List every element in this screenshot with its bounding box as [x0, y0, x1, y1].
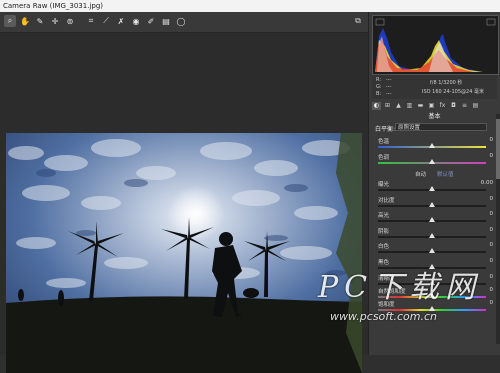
tool-bar: ⧉ ⌕ ✋ ✎ ✛ ⊚ ⌗ ⟋ ✗ ◉ ✐ ▤ ◯ [0, 12, 368, 33]
photo-image [6, 133, 362, 373]
presets-panel-icon[interactable]: ≡ [460, 102, 469, 110]
slider-value[interactable]: 0 [490, 258, 494, 264]
slider-thumb[interactable] [429, 293, 435, 298]
white-balance-row: 白平衡: 原照设置 [375, 123, 495, 133]
g-value: --- [386, 84, 392, 90]
panel-scrollbar[interactable] [496, 114, 500, 344]
slider-thumb[interactable] [429, 232, 435, 238]
histogram-graph [375, 18, 496, 72]
lens-corrections-panel-icon[interactable]: ▣ [427, 102, 436, 110]
b-label: B: [376, 91, 382, 97]
crop-tool-icon[interactable]: ⌗ [85, 15, 97, 27]
white-balance-tool-icon[interactable]: ✎ [34, 15, 46, 27]
slider-label: 色温 [378, 139, 390, 145]
adjustment-brush-icon[interactable]: ✐ [145, 15, 157, 27]
slider-label: 饱和度 [378, 302, 395, 308]
slider-value[interactable]: 0 [490, 196, 494, 202]
slider-label: 白色 [378, 244, 390, 250]
open-preferences-icon[interactable]: ⧉ [352, 15, 364, 27]
slider-value[interactable]: 0 [490, 287, 494, 293]
camera-calibration-panel-icon[interactable]: ◘ [449, 102, 458, 110]
slider-thumb[interactable] [429, 186, 435, 191]
white-balance-select[interactable]: 原照设置 [395, 123, 487, 131]
slider-tone-4: 白色 0 [375, 242, 495, 258]
slider-tone-1: 对比度 0 [375, 196, 495, 212]
radial-filter-icon[interactable]: ◯ [175, 15, 187, 27]
red-eye-tool-icon[interactable]: ◉ [130, 15, 142, 27]
slider-value[interactable]: 0 [490, 137, 494, 143]
hand-tool-icon[interactable]: ✋ [19, 15, 31, 27]
photo-preview [6, 133, 362, 373]
slider-wb-1: 色调 0 [375, 153, 495, 169]
b-value: --- [386, 91, 392, 97]
histogram [372, 15, 499, 75]
slider-label: 阴影 [378, 228, 390, 235]
slider-value[interactable]: 0 [490, 274, 494, 280]
slider-label: 黑色 [378, 259, 390, 266]
r-label: R: [376, 77, 382, 83]
slider-label: 自然饱和度 [378, 289, 406, 295]
window-title: Camera Raw (IMG_3031.jpg) [3, 2, 104, 10]
slider-label: 曝光 [378, 182, 390, 188]
snapshots-panel-icon[interactable]: ▤ [471, 102, 480, 110]
default-link[interactable]: 默认值 [437, 170, 454, 178]
slider-thumb[interactable] [429, 306, 435, 311]
slider-tone-2: 高光 0 [375, 211, 495, 227]
slider-value[interactable]: 0 [490, 300, 494, 306]
exposure-info: f/8 1/3200 秒 [430, 80, 463, 86]
slider-thumb[interactable] [429, 159, 435, 164]
slider-value[interactable]: 0.00 [481, 180, 493, 186]
slider-tone-0: 曝光 0.00 [375, 180, 495, 196]
auto-default-row: 自动 默认值 [369, 170, 500, 178]
basic-panel-icon[interactable]: ◐ [372, 101, 381, 110]
highlight-clipping-warning-icon[interactable] [486, 18, 496, 26]
slider-label: 清晰度 [378, 276, 395, 282]
slider-label: 高光 [378, 213, 390, 219]
right-panel: R: --- G: --- B: --- f/8 1/3200 秒 ISO 16… [368, 12, 500, 355]
slider-label: 对比度 [378, 197, 395, 204]
color-sampler-tool-icon[interactable]: ✛ [49, 15, 61, 27]
slider-thumb[interactable] [429, 217, 435, 222]
slider-wb-0: 色温 0 [375, 137, 495, 153]
slider-thumb[interactable] [429, 263, 435, 269]
split-toning-panel-icon[interactable]: ▬ [416, 102, 425, 110]
tone-curve-panel-icon[interactable]: ⊞ [383, 102, 392, 110]
slider-value[interactable]: 0 [490, 153, 494, 159]
zoom-tool-icon[interactable]: ⌕ [4, 15, 16, 27]
slider-thumb[interactable] [429, 201, 435, 207]
preview-canvas [0, 33, 368, 373]
r-value: --- [386, 77, 392, 83]
graduated-filter-icon[interactable]: ▤ [160, 15, 172, 27]
straighten-tool-icon[interactable]: ⟋ [100, 15, 112, 27]
g-label: G: [376, 84, 382, 90]
slider-tone-3: 阴影 0 [375, 227, 495, 243]
rgb-readout: R: --- G: --- B: --- f/8 1/3200 秒 ISO 16… [372, 75, 497, 99]
hsl-panel-icon[interactable]: ▥ [405, 102, 414, 110]
slider-thumb[interactable] [429, 280, 435, 285]
slider-thumb[interactable] [429, 248, 435, 253]
auto-link[interactable]: 自动 [415, 170, 426, 178]
scrollbar-thumb[interactable] [496, 119, 500, 179]
slider-tone-5: 黑色 0 [375, 258, 495, 274]
slider-presence-2: 饱和度 0 [375, 300, 495, 316]
panel-tabs: ◐ ⊞ ▲ ▥ ▬ ▣ fx ◘ ≡ ▤ [372, 101, 497, 110]
slider-thumb[interactable] [429, 143, 435, 148]
white-balance-label: 白平衡: [375, 126, 396, 133]
slider-value[interactable]: 0 [490, 242, 494, 248]
slider-label: 色调 [378, 155, 390, 161]
section-title: 基本 [428, 113, 441, 120]
detail-panel-icon[interactable]: ▲ [394, 102, 403, 110]
shadow-clipping-warning-icon[interactable] [375, 18, 385, 26]
targeted-adjustment-tool-icon[interactable]: ⊚ [64, 15, 76, 27]
lens-info: ISO 160 24-105@24 毫米 [422, 89, 484, 95]
spot-removal-tool-icon[interactable]: ✗ [115, 15, 127, 27]
slider-value[interactable]: 0 [490, 227, 494, 233]
effects-panel-icon[interactable]: fx [438, 102, 447, 110]
slider-value[interactable]: 0 [490, 211, 494, 217]
